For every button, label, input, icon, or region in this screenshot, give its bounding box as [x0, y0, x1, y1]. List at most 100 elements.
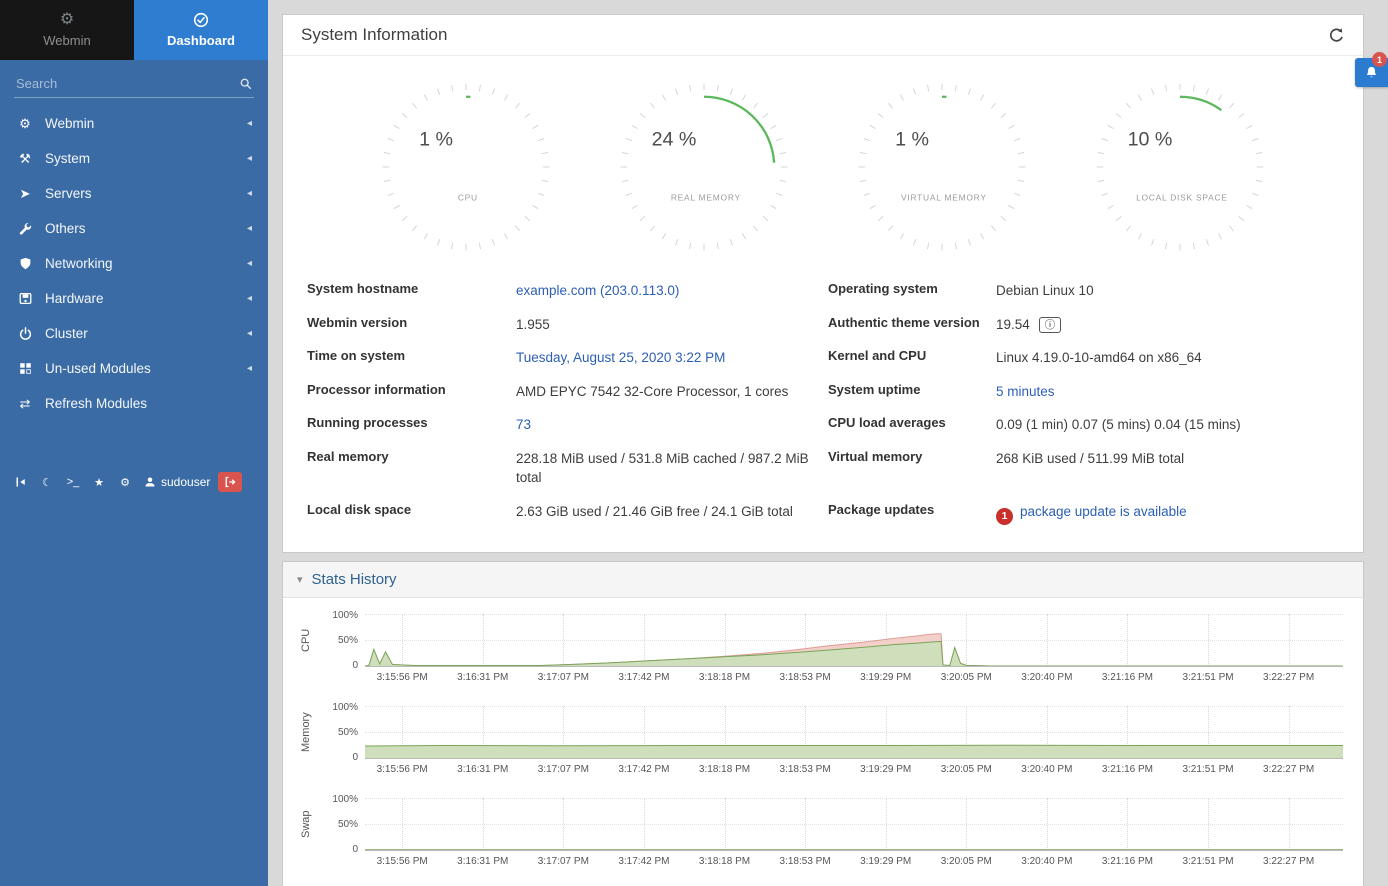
info-value-text[interactable]: package update is available [1020, 504, 1187, 519]
x-tick-label: 3:15:56 PM [377, 764, 428, 775]
info-value-text[interactable]: example.com (203.0.113.0) [516, 283, 679, 298]
svg-text:CPU: CPU [458, 193, 478, 203]
x-tick-label: 3:18:53 PM [780, 672, 831, 683]
info-value-text[interactable]: 73 [516, 417, 531, 432]
search-input[interactable] [16, 76, 239, 91]
tab-webmin[interactable]: ⚙ Webmin [0, 0, 134, 60]
info-label-operating-system: Operating system [828, 274, 996, 303]
star-icon: ★ [94, 476, 104, 489]
x-axis-labels: 3:15:56 PM 3:16:31 PM 3:17:07 PM 3:17:42 PM… [365, 851, 1343, 869]
page-title: System Information [301, 25, 447, 45]
system-information-panel: System Information 1 %CPU24 %REAL MEMORY… [282, 14, 1364, 553]
x-tick-label: 3:20:40 PM [1021, 764, 1072, 775]
info-value-text[interactable]: Tuesday, August 25, 2020 3:22 PM [516, 350, 725, 365]
refresh-icon [1328, 27, 1345, 44]
tab-dashboard[interactable]: Dashboard [134, 0, 268, 60]
user-menu-button[interactable]: sudouser [140, 472, 214, 492]
x-tick-label: 3:16:31 PM [457, 856, 508, 867]
favorites-button[interactable]: ★ [88, 472, 110, 492]
sidebar-item-hardware[interactable]: Hardware◂ [0, 281, 268, 316]
webmin-logo-icon: ⚙ [60, 12, 74, 28]
chart-swap: Swap100%50%03:15:56 PM3:16:31 PM3:17:07 … [293, 798, 1343, 869]
sidebar-item-un-used-modules[interactable]: Un-used Modules◂ [0, 351, 268, 386]
info-value-text[interactable]: 5 minutes [996, 384, 1055, 399]
logout-button[interactable] [218, 472, 242, 492]
gear-icon: ⚙ [16, 116, 34, 132]
main-content: System Information 1 %CPU24 %REAL MEMORY… [268, 0, 1388, 886]
power-icon [16, 327, 34, 340]
y-tick-label: 50% [338, 819, 358, 830]
svg-text:LOCAL DISK SPACE: LOCAL DISK SPACE [1136, 193, 1228, 203]
x-tick-label: 3:18:53 PM [780, 764, 831, 775]
sidebar-item-cluster[interactable]: Cluster◂ [0, 316, 268, 351]
info-value-processor-information: AMD EPYC 7542 32-Core Processor, 1 cores [516, 375, 828, 409]
chart-memory: Memory100%50%03:15:56 PM3:16:31 PM3:17:0… [293, 706, 1343, 777]
moon-icon: ☾ [42, 476, 52, 489]
x-tick-label: 3:20:40 PM [1021, 672, 1072, 683]
terminal-button[interactable]: >_ [62, 472, 84, 492]
sidebar-item-label: Servers [45, 186, 247, 201]
x-tick-label: 3:21:16 PM [1102, 764, 1153, 775]
logout-icon [224, 476, 236, 488]
info-value-time-on-system: Tuesday, August 25, 2020 3:22 PM [516, 341, 828, 375]
svg-text:24 %: 24 % [652, 128, 697, 150]
chevron-left-icon: ◂ [247, 258, 252, 269]
info-value-text: Debian Linux 10 [996, 283, 1094, 298]
package-updates-count-badge: 1 [996, 508, 1013, 525]
search-icon[interactable] [239, 77, 252, 90]
stats-history-title: Stats History [312, 571, 397, 588]
info-label-system-uptime: System uptime [828, 375, 996, 404]
tab-webmin-label: Webmin [43, 33, 90, 48]
sidebar-item-networking[interactable]: Networking◂ [0, 246, 268, 281]
terminal-icon: >_ [67, 476, 80, 488]
gauge-virtual-memory: 1 %VIRTUAL MEMORY [853, 78, 1031, 256]
sidebar-item-webmin[interactable]: ⚙Webmin◂ [0, 106, 268, 141]
x-tick-label: 3:20:05 PM [941, 856, 992, 867]
y-tick-label: 0 [352, 752, 358, 763]
refresh-button[interactable] [1328, 27, 1345, 44]
info-value-package-updates: 1 package update is available [996, 495, 1339, 532]
chart-area-svg [365, 706, 1343, 758]
sidebar-item-others[interactable]: Others◂ [0, 211, 268, 246]
x-tick-label: 3:21:51 PM [1182, 764, 1233, 775]
x-tick-label: 3:19:29 PM [860, 672, 911, 683]
y-tick-label: 100% [332, 702, 358, 713]
y-tick-label: 100% [332, 610, 358, 621]
x-tick-label: 3:16:31 PM [457, 672, 508, 683]
sidebar: ⚙ Webmin Dashboard ⚙Webmin◂⚒System◂➤Serv… [0, 0, 268, 886]
stats-history-header[interactable]: ▾ Stats History [283, 562, 1363, 598]
info-value-text: 1.955 [516, 317, 550, 332]
info-value-text: 0.09 (1 min) 0.07 (5 mins) 0.04 (15 mins… [996, 417, 1241, 432]
notification-count-badge: 1 [1372, 52, 1387, 67]
sidebar-item-system[interactable]: ⚒System◂ [0, 141, 268, 176]
sidebar-item-label: Cluster [45, 326, 247, 341]
svg-text:10 %: 10 % [1128, 128, 1173, 150]
notifications-button[interactable]: 1 [1355, 58, 1388, 87]
sidebar-footer: ☾ >_ ★ ⚙ sudouser [10, 472, 262, 492]
info-label-cpu-load-averages: CPU load averages [828, 408, 996, 437]
x-axis-labels: 3:15:56 PM3:16:31 PM3:17:07 PM3:17:42 PM… [365, 759, 1343, 777]
sidebar-item-servers[interactable]: ➤Servers◂ [0, 176, 268, 211]
collapse-sidebar-button[interactable] [10, 472, 32, 492]
y-axis-labels: 100%50%0 [319, 706, 365, 759]
info-value-running-processes: 73 [516, 408, 828, 442]
x-tick-label: 3:20:40 PM [1021, 856, 1072, 867]
x-tick-label: 3:16:31 PM [457, 764, 508, 775]
info-label-running-processes: Running processes [307, 408, 516, 437]
chevron-left-icon: ◂ [247, 118, 252, 129]
info-icon[interactable]: ⓘ [1039, 317, 1062, 334]
chevron-left-icon: ◂ [247, 153, 252, 164]
sidebar-item-label: Hardware [45, 291, 247, 306]
x-tick-label: 3:17:42 PM [618, 856, 669, 867]
info-label-time-on-system: Time on system [307, 341, 516, 370]
x-tick-label: 3:21:51 PM [1182, 856, 1233, 867]
x-tick-label: 3:17:07 PM [538, 856, 589, 867]
sidebar-item-refresh-modules[interactable]: ⇄ Refresh Modules [0, 386, 268, 421]
sidebar-item-label: System [45, 151, 247, 166]
info-value-system-hostname: example.com (203.0.113.0) [516, 274, 828, 308]
x-tick-label: 3:15:56 PM [377, 856, 428, 867]
refresh-modules-icon: ⇄ [16, 396, 34, 412]
night-mode-button[interactable]: ☾ [36, 472, 58, 492]
theme-settings-button[interactable]: ⚙ [114, 472, 136, 492]
info-value-authentic-theme-version: 19.54ⓘ [996, 308, 1339, 342]
